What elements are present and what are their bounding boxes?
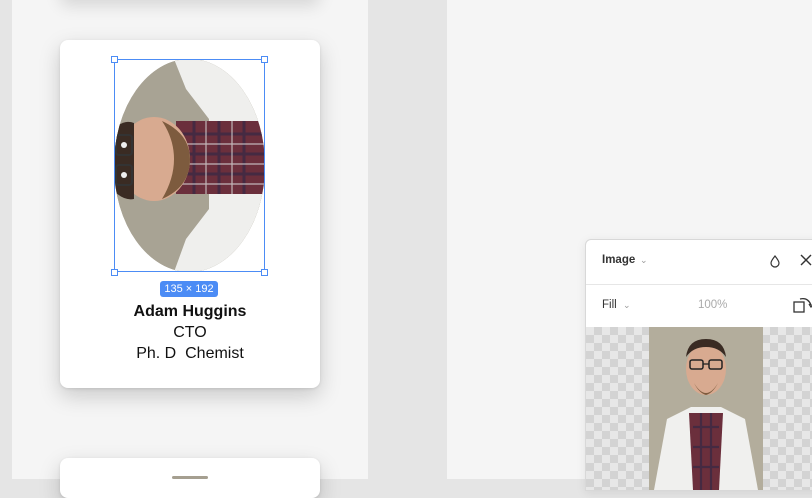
preview-photo xyxy=(649,327,763,490)
resize-handle-bottom-right[interactable] xyxy=(261,269,268,276)
rotate-icon[interactable] xyxy=(792,295,812,315)
fill-mode-dropdown[interactable]: Fill xyxy=(602,299,617,311)
card-partial-bottom[interactable] xyxy=(60,458,320,498)
image-properties-panel: Image ⌄ Fill ⌄ 100% xyxy=(585,239,812,491)
resize-handle-top-right[interactable] xyxy=(261,56,268,63)
panel-header: Image ⌄ xyxy=(586,240,812,285)
card-degree: Ph. D Chemist xyxy=(136,345,244,362)
drop-icon[interactable] xyxy=(768,254,782,268)
selection-dimensions: 135 × 192 xyxy=(160,281,218,297)
image-preview[interactable] xyxy=(586,327,812,490)
fill-row: Fill ⌄ 100% xyxy=(586,284,812,327)
selection-box[interactable] xyxy=(114,59,265,272)
card-name: Adam Huggins xyxy=(133,303,247,320)
opacity-value[interactable]: 100% xyxy=(698,299,727,311)
resize-handle-bottom-left[interactable] xyxy=(111,269,118,276)
chevron-down-icon[interactable]: ⌄ xyxy=(623,300,631,311)
close-icon[interactable] xyxy=(799,253,812,267)
card-role: CTO xyxy=(173,324,207,341)
panel-title-dropdown[interactable]: Image xyxy=(602,254,635,266)
chevron-down-icon[interactable]: ⌄ xyxy=(640,255,648,266)
resize-handle-top-left[interactable] xyxy=(111,56,118,63)
